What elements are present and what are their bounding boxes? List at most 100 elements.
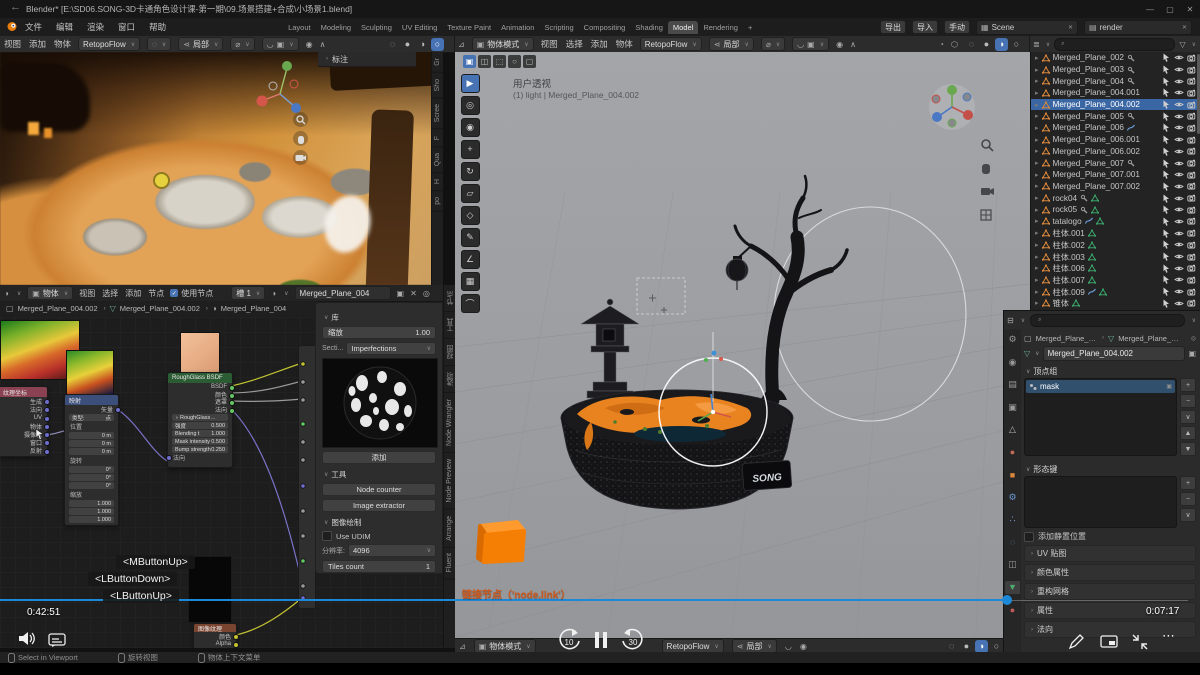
fake-user-icon[interactable]: ▣	[397, 289, 405, 298]
value-field[interactable]: 1.000	[69, 516, 114, 523]
section-dropdown[interactable]: Imperfections∨	[346, 342, 436, 355]
object-name[interactable]: Merged_Plane_007.002	[1053, 182, 1140, 191]
collapse-icon[interactable]: ▸	[1035, 101, 1039, 109]
selectable-icon[interactable]	[1163, 159, 1171, 168]
proportional-edit-icon[interactable]: ◉	[800, 642, 807, 651]
render-camera-icon[interactable]	[1187, 288, 1197, 296]
minimize-button[interactable]: —	[1140, 5, 1160, 14]
material-name-field[interactable]: Merged_Plane_004	[295, 286, 391, 300]
pan-hand-icon[interactable]	[293, 131, 308, 146]
workspace-tab[interactable]: Animation	[496, 21, 539, 34]
render-camera-icon[interactable]	[1187, 136, 1197, 144]
node-menu-item[interactable]: 选择	[102, 288, 118, 299]
use-nodes-checkbox[interactable]: ✓ 使用节点	[170, 288, 213, 299]
add-workspace-button[interactable]: +	[743, 21, 757, 34]
outliner-row[interactable]: ▸ Merged_Plane_006.001	[1031, 134, 1200, 146]
annotate-tool[interactable]: ✎	[461, 228, 480, 247]
render-camera-icon[interactable]	[1187, 276, 1197, 284]
material-shading-icon[interactable]: ◑	[416, 38, 429, 51]
properties-search-input[interactable]: ⌕	[1030, 314, 1184, 327]
collapse-icon[interactable]: ▸	[1035, 241, 1039, 249]
object-name[interactable]: Merged_Plane_005	[1053, 112, 1124, 121]
collapsed-panel-header[interactable]: › 颜色属性	[1024, 564, 1196, 581]
import-button[interactable]: 导入	[912, 20, 938, 34]
player-back-icon[interactable]: ←	[10, 1, 21, 13]
selectable-icon[interactable]	[1163, 240, 1171, 249]
selectable-icon[interactable]	[1163, 287, 1171, 296]
object-name[interactable]: Merged_Plane_007.001	[1053, 170, 1140, 179]
rendered-shading-icon[interactable]: ○	[431, 38, 444, 51]
pivot-point-dropdown[interactable]: ⌀∨	[230, 37, 254, 51]
hanging-lantern[interactable]	[726, 246, 751, 290]
selectable-icon[interactable]	[1163, 77, 1171, 86]
outliner-row[interactable]: ▸ 柱体.001	[1031, 227, 1200, 239]
tab-object[interactable]: ■	[1005, 468, 1020, 481]
workspace-tab[interactable]: Sculpting	[356, 21, 397, 34]
mapping-type-dropdown[interactable]: 类型:点	[69, 414, 114, 421]
collapse-icon[interactable]: ▸	[1035, 171, 1039, 179]
collapse-icon[interactable]: ▸	[1035, 147, 1039, 155]
outliner-row[interactable]: ▸ 柱体.009	[1031, 286, 1200, 298]
object-name[interactable]: Merged_Plane_002	[1053, 53, 1124, 62]
object-name[interactable]: Merged_Plane_004	[1053, 77, 1124, 86]
tab-particles[interactable]: ∴	[1005, 513, 1020, 526]
collapse-icon[interactable]: ▸	[1035, 89, 1039, 97]
viewport-menu-item[interactable]: 视图	[541, 38, 558, 50]
volume-icon[interactable]	[18, 630, 38, 650]
tool-button[interactable]: Node counter	[322, 483, 436, 496]
breadcrumb-item[interactable]: Merged_Plane_…	[1036, 334, 1096, 343]
render-camera-icon[interactable]	[1187, 264, 1197, 272]
transform-orientation-dropdown[interactable]: ⋖局部∨	[709, 37, 754, 51]
add-vgroup-button[interactable]: +	[1180, 378, 1196, 392]
solid-shading-icon[interactable]: ●	[401, 38, 414, 51]
export-button[interactable]: 导出	[880, 20, 906, 34]
object-name[interactable]: 柱体.009	[1053, 286, 1085, 298]
move-tool[interactable]: +	[461, 140, 480, 159]
shapekey-specials-button[interactable]: ∨	[1180, 508, 1196, 522]
render-camera-icon[interactable]	[1187, 147, 1197, 155]
scene-selector[interactable]: ▦ Scene ✕	[976, 20, 1078, 35]
collapse-icon[interactable]: ▸	[1035, 276, 1039, 284]
hide-eye-icon[interactable]	[1174, 160, 1184, 167]
filter-funnel-icon[interactable]: ▽	[1179, 40, 1185, 49]
hide-eye-icon[interactable]	[1174, 241, 1184, 248]
tab-view-layer[interactable]: ▣	[1005, 401, 1020, 414]
bonsai-pot[interactable]	[561, 390, 793, 509]
sidebar-tab[interactable]: 选项	[444, 366, 455, 393]
viewport-menu-item[interactable]: 视图	[4, 38, 21, 50]
video-scrubber-handle[interactable]	[1002, 595, 1012, 605]
tab-output[interactable]: ▤	[1005, 378, 1020, 391]
view-layer-close-icon[interactable]: ✕	[1182, 24, 1187, 31]
image-texture-node[interactable]: 图像纹理 颜色Alpha	[193, 623, 237, 648]
rendered-preview-viewport[interactable]: › 视图 › 3D 游标 › 集合 › 标注	[0, 52, 443, 285]
value-field[interactable]: 0°	[69, 474, 114, 481]
selectable-icon[interactable]	[1163, 135, 1171, 144]
selectable-icon[interactable]	[1163, 88, 1171, 97]
collapse-icon[interactable]: ▸	[1035, 136, 1039, 144]
workspace-tab[interactable]: Texture Paint	[442, 21, 496, 34]
transform-orientation-dropdown[interactable]: ⋖局部∨	[732, 639, 777, 652]
collapsed-panel-header[interactable]: › 重构网格	[1024, 583, 1196, 600]
filter-dropdown-icon[interactable]: ∨	[1192, 317, 1196, 324]
retopoflow-menu[interactable]: RetopoFlow∨	[640, 37, 702, 51]
overlays-dropdown-icon[interactable]: ◔	[939, 40, 944, 49]
value-field[interactable]: 0°	[69, 482, 114, 489]
workspace-tab[interactable]: Model	[668, 21, 698, 34]
outliner-row[interactable]: ▸ rock04	[1031, 192, 1200, 204]
collapse-icon[interactable]: ▸	[1035, 253, 1039, 261]
udim-checkbox[interactable]: Use UDIM	[322, 531, 436, 541]
wireframe-shading-icon[interactable]: ◌	[965, 38, 978, 51]
unlink-icon[interactable]: ✕	[410, 289, 417, 298]
outliner-row[interactable]: ▸ 柱体.003	[1031, 251, 1200, 263]
wireframe-shading-icon[interactable]: ◌	[386, 38, 399, 51]
tab-render[interactable]: ◉	[1005, 356, 1020, 369]
play-tool[interactable]: ◉	[461, 118, 480, 137]
move-down-button[interactable]: ▼	[1180, 442, 1196, 456]
tab-scene[interactable]: △	[1005, 423, 1020, 436]
hide-eye-icon[interactable]	[1174, 288, 1184, 295]
transform-tool[interactable]: ◇	[461, 206, 480, 225]
snap-dropdown[interactable]: ◡▣∨	[792, 37, 829, 51]
empty-object-box[interactable]	[637, 278, 685, 314]
shape-keys-panel-header[interactable]: ∨形态键	[1024, 462, 1196, 476]
sidebar-tab[interactable]: po	[432, 191, 443, 212]
